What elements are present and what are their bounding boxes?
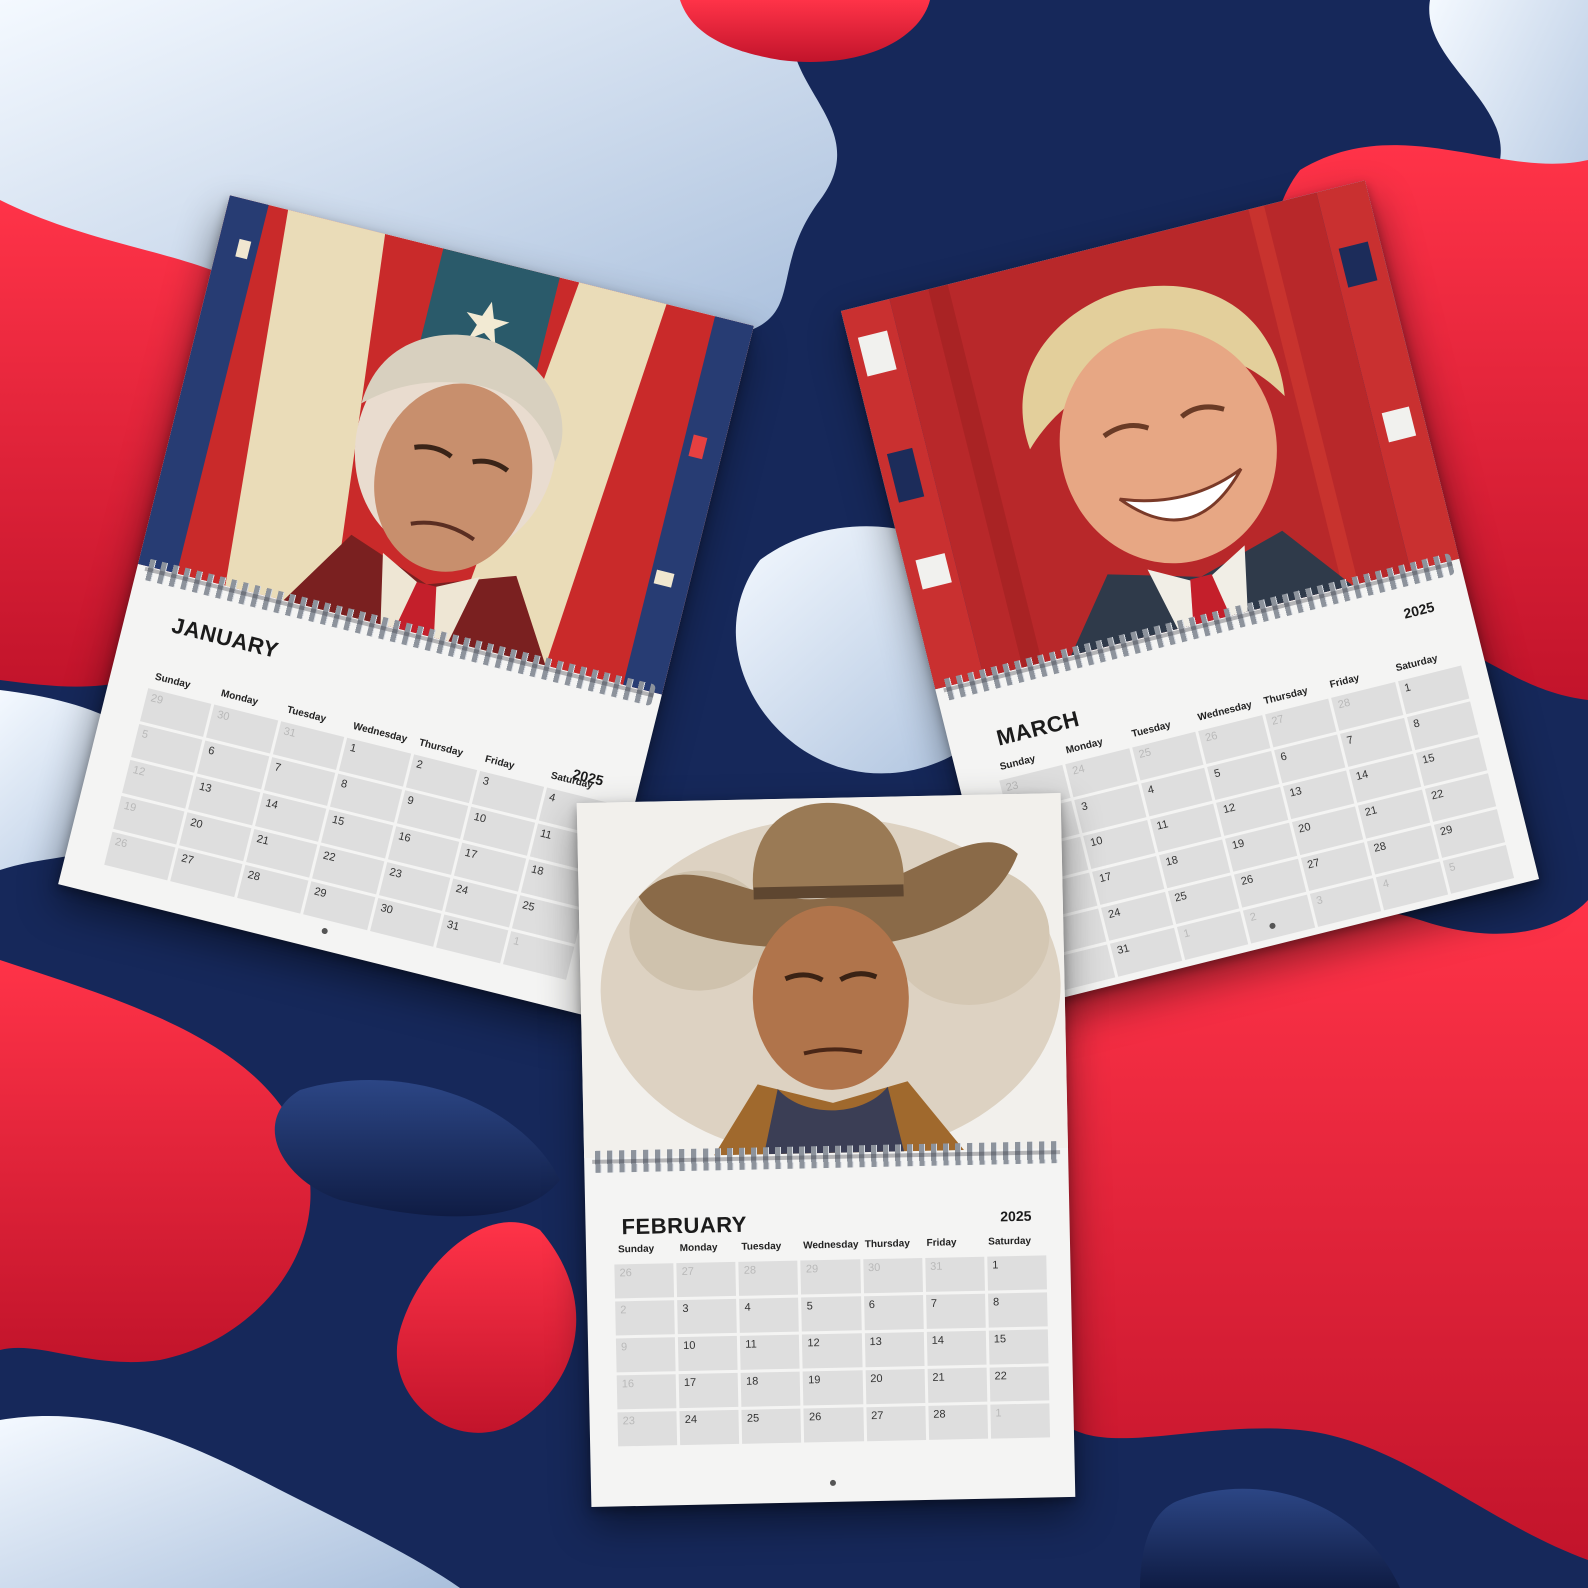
date-cell: 21 (927, 1367, 988, 1403)
date-cell: 3 (677, 1298, 738, 1335)
month-title: FEBRUARY (621, 1211, 748, 1240)
date-cell: 10 (678, 1335, 738, 1372)
weekday-label: Wednesday (803, 1239, 859, 1252)
date-cell: 8 (987, 1292, 1048, 1328)
weekday-label: Friday (926, 1237, 957, 1249)
date-cell: 25 (741, 1408, 802, 1444)
portrait-illustration (576, 793, 1069, 1159)
date-cell: 28 (928, 1404, 988, 1440)
weekday-label: Saturday (988, 1235, 1032, 1248)
weekday-label: Tuesday (741, 1240, 782, 1253)
date-cell: 14 (926, 1330, 987, 1366)
month-title: JANUARY (169, 612, 282, 664)
date-cell: 2 (615, 1300, 675, 1336)
date-cell: 7 (925, 1293, 986, 1329)
date-cell: 1 (990, 1403, 1051, 1439)
date-cell: 13 (864, 1331, 925, 1368)
date-cell: 17 (678, 1372, 739, 1409)
date-cell: 11 (740, 1334, 800, 1370)
date-cell: 16 (616, 1374, 677, 1410)
hanging-hole (321, 927, 329, 935)
year-label: 2025 (1000, 1207, 1032, 1225)
weekday-label: Thursday (864, 1238, 910, 1251)
weekday-label: Sunday (617, 1243, 655, 1256)
date-cell: 18 (740, 1371, 801, 1407)
date-cell: 22 (989, 1366, 1050, 1402)
date-cell: 5 (801, 1296, 862, 1332)
date-cell: 4 (739, 1297, 800, 1333)
calendar-february: FEBRUARY 2025 Sunday Monday Tuesday Wedn… (576, 793, 1076, 1507)
date-cell: 27 (676, 1261, 737, 1298)
date-cell: 31 (924, 1256, 985, 1292)
date-grid: 26 27 28 29 30 31 1 2 3 4 5 6 7 8 9 10 11 12 13 14 15 16 17 18 1… (614, 1255, 1051, 1447)
year-label: 2025 (1401, 598, 1436, 622)
date-cell: 29 (800, 1259, 861, 1295)
date-cell: 6 (863, 1295, 924, 1331)
hanging-hole (829, 1479, 837, 1486)
weekday-label: Monday (679, 1242, 718, 1255)
date-cell: 23 (617, 1411, 678, 1447)
date-cell: 26 (803, 1407, 864, 1443)
date-cell: 20 (865, 1368, 926, 1405)
date-cell: 9 (615, 1337, 676, 1373)
date-cell: 28 (738, 1260, 799, 1296)
date-cell: 15 (988, 1329, 1049, 1365)
date-cell: 27 (865, 1405, 926, 1442)
date-cell: 26 (614, 1263, 675, 1299)
date-cell: 19 (803, 1370, 863, 1406)
date-cell: 1 (987, 1255, 1047, 1291)
date-cell: 12 (802, 1333, 863, 1369)
date-cell: 30 (862, 1258, 923, 1294)
date-cell: 24 (679, 1409, 740, 1446)
